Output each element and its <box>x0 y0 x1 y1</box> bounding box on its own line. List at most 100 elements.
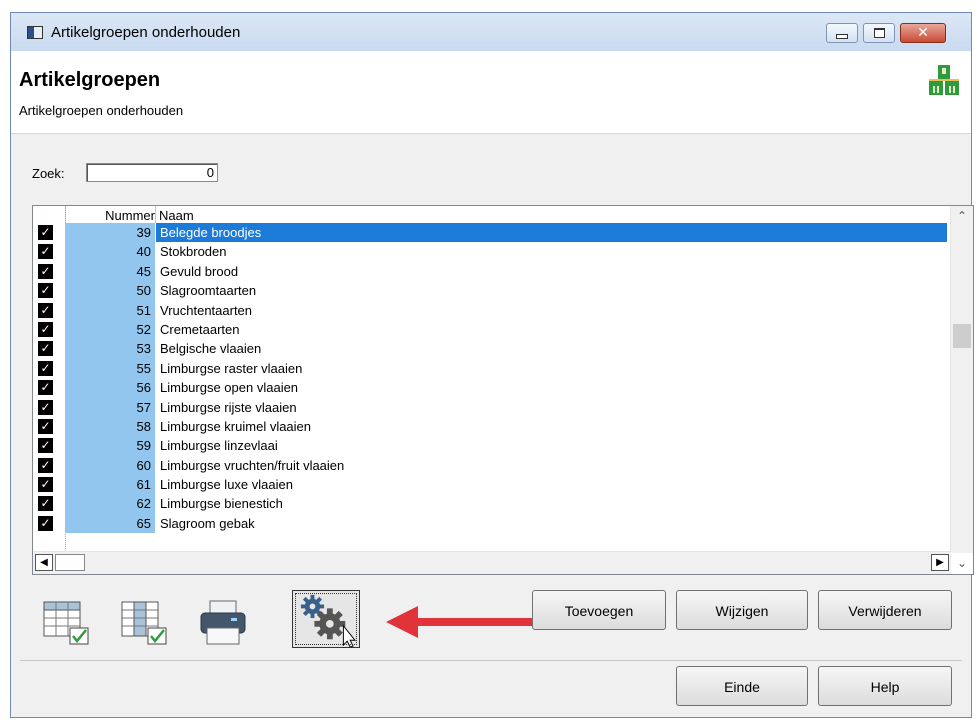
cell-nummer: 45 <box>65 261 155 282</box>
cell-nummer: 59 <box>65 436 155 456</box>
printer-icon[interactable] <box>198 598 250 650</box>
table-row[interactable]: ✓ 60 Limburgse vruchten/fruit vlaaien <box>33 455 947 476</box>
row-checkbox[interactable]: ✓ <box>38 515 53 531</box>
row-checkbox[interactable]: ✓ <box>38 477 53 493</box>
cell-nummer: 55 <box>65 358 155 379</box>
minimize-icon <box>836 33 848 39</box>
table-row[interactable]: ✓ 58 Limburgse kruimel vlaaien <box>33 416 947 437</box>
row-checkbox[interactable]: ✓ <box>38 438 53 454</box>
settings-button[interactable] <box>292 590 360 648</box>
cell-naam: Slagroomtaarten <box>160 283 257 299</box>
table-row[interactable]: ✓ 56 Limburgse open vlaaien <box>33 378 947 398</box>
app-icon <box>27 26 43 39</box>
grid-rows-check-icon[interactable] <box>42 598 94 650</box>
cell-nummer: 40 <box>65 242 155 262</box>
scroll-right-icon[interactable]: ▶ <box>931 554 949 571</box>
cell-naam: Limburgse rijste vlaaien <box>160 399 297 415</box>
row-checkbox[interactable]: ✓ <box>38 283 53 299</box>
vertical-scroll-thumb[interactable] <box>953 324 971 348</box>
cell-nummer: 39 <box>65 223 155 243</box>
cell-naam: Limburgse luxe vlaaien <box>160 477 293 493</box>
add-button[interactable]: Toevoegen <box>532 590 666 630</box>
horizontal-scrollbar[interactable]: ◀ ▶ <box>33 551 951 574</box>
cell-nummer: 51 <box>65 300 155 320</box>
cell-nummer: 56 <box>65 378 155 398</box>
row-checkbox[interactable]: ✓ <box>38 418 53 434</box>
scroll-up-icon[interactable]: ⌃ <box>951 206 973 226</box>
row-checkbox[interactable]: ✓ <box>38 263 53 279</box>
table-row[interactable]: ✓ 51 Vruchtentaarten <box>33 300 947 320</box>
row-checkbox[interactable]: ✓ <box>38 380 53 396</box>
row-checkbox[interactable]: ✓ <box>38 496 53 512</box>
maximize-button[interactable] <box>863 23 895 43</box>
cell-naam: Slagroom gebak <box>160 515 255 531</box>
table-row[interactable]: ✓ 55 Limburgse raster vlaaien <box>33 358 947 379</box>
help-button[interactable]: Help <box>818 666 952 706</box>
settings-gears-icon <box>300 594 356 648</box>
table-row[interactable]: ✓ 40 Stokbroden <box>33 242 947 262</box>
delete-button[interactable]: Verwijderen <box>818 590 952 630</box>
end-button[interactable]: Einde <box>676 666 808 706</box>
cell-naam: Belegde broodjes <box>156 223 947 243</box>
logo-icon <box>929 65 959 95</box>
cell-naam: Gevuld brood <box>160 263 239 279</box>
window-title: Artikelgroepen onderhouden <box>51 24 241 41</box>
separator <box>20 660 962 661</box>
cell-naam: Limburgse open vlaaien <box>160 380 299 396</box>
table-row[interactable]: ✓ 62 Limburgse bienestich <box>33 494 947 514</box>
row-checkbox[interactable]: ✓ <box>38 341 53 357</box>
table-row[interactable]: ✓ 65 Slagroom gebak <box>33 513 947 534</box>
table-row[interactable]: ✓ 45 Gevuld brood <box>33 261 947 282</box>
maximize-icon <box>873 28 885 38</box>
cell-naam: Belgische vlaaien <box>160 341 262 357</box>
cell-naam: Cremetaarten <box>160 321 240 337</box>
scroll-down-icon[interactable]: ⌄ <box>951 552 973 574</box>
grid-columns-check-icon[interactable] <box>120 598 172 650</box>
cell-naam: Stokbroden <box>160 244 227 260</box>
cell-nummer: 53 <box>65 339 155 359</box>
horizontal-scroll-thumb[interactable] <box>55 554 85 571</box>
cell-nummer: 58 <box>65 416 155 437</box>
cell-naam: Limburgse linzevlaai <box>160 438 278 454</box>
title-bar: Artikelgroepen onderhouden ✕ <box>11 13 971 52</box>
row-checkbox[interactable]: ✓ <box>38 225 53 240</box>
table-body: ✓ 39 Belegde broodjes ✓ 40 Stokbroden ✓ 45 Gevul… <box>33 223 947 534</box>
close-button[interactable]: ✕ <box>900 23 946 43</box>
column-header-naam[interactable]: Naam <box>159 208 194 223</box>
table-header: Nummer Naam <box>33 206 947 223</box>
page-title: Artikelgroepen <box>19 69 161 91</box>
cell-naam: Limburgse raster vlaaien <box>160 360 303 376</box>
close-icon: ✕ <box>917 25 929 41</box>
row-checkbox[interactable]: ✓ <box>38 457 53 473</box>
row-checkbox[interactable]: ✓ <box>38 244 53 260</box>
table-row[interactable]: ✓ 53 Belgische vlaaien <box>33 339 947 359</box>
row-checkbox[interactable]: ✓ <box>38 399 53 415</box>
table-row[interactable]: ✓ 39 Belegde broodjes <box>33 223 947 243</box>
cell-nummer: 65 <box>65 513 155 534</box>
cell-nummer: 62 <box>65 494 155 514</box>
cell-naam: Vruchtentaarten <box>160 302 253 318</box>
cell-nummer: 61 <box>65 475 155 495</box>
cell-nummer: 50 <box>65 281 155 301</box>
table-row[interactable]: ✓ 59 Limburgse linzevlaai <box>33 436 947 456</box>
table-row[interactable]: ✓ 61 Limburgse luxe vlaaien <box>33 475 947 495</box>
cell-naam: Limburgse vruchten/fruit vlaaien <box>160 457 345 473</box>
page-header: Artikelgroepen Artikelgroepen onderhoude… <box>11 51 971 134</box>
row-checkbox[interactable]: ✓ <box>38 302 53 318</box>
row-checkbox[interactable]: ✓ <box>38 321 53 337</box>
column-header-nummer[interactable]: Nummer <box>87 208 155 223</box>
cell-nummer: 60 <box>65 455 155 476</box>
minimize-button[interactable] <box>826 23 858 43</box>
scroll-left-icon[interactable]: ◀ <box>35 554 53 571</box>
search-label: Zoek: <box>32 166 65 181</box>
table-row[interactable]: ✓ 52 Cremetaarten <box>33 319 947 340</box>
table-row[interactable]: ✓ 57 Limburgse rijste vlaaien <box>33 397 947 417</box>
page-subtitle: Artikelgroepen onderhouden <box>19 103 184 118</box>
edit-button[interactable]: Wijzigen <box>676 590 808 630</box>
article-group-table[interactable]: Nummer Naam ✓ 39 Belegde broodjes ✓ 40 Stokbr… <box>32 205 974 575</box>
row-checkbox[interactable]: ✓ <box>38 360 53 376</box>
search-input[interactable] <box>86 163 218 182</box>
table-row[interactable]: ✓ 50 Slagroomtaarten <box>33 281 947 301</box>
vertical-scrollbar[interactable]: ⌃ <box>950 206 973 553</box>
cell-naam: Limburgse kruimel vlaaien <box>160 418 312 434</box>
